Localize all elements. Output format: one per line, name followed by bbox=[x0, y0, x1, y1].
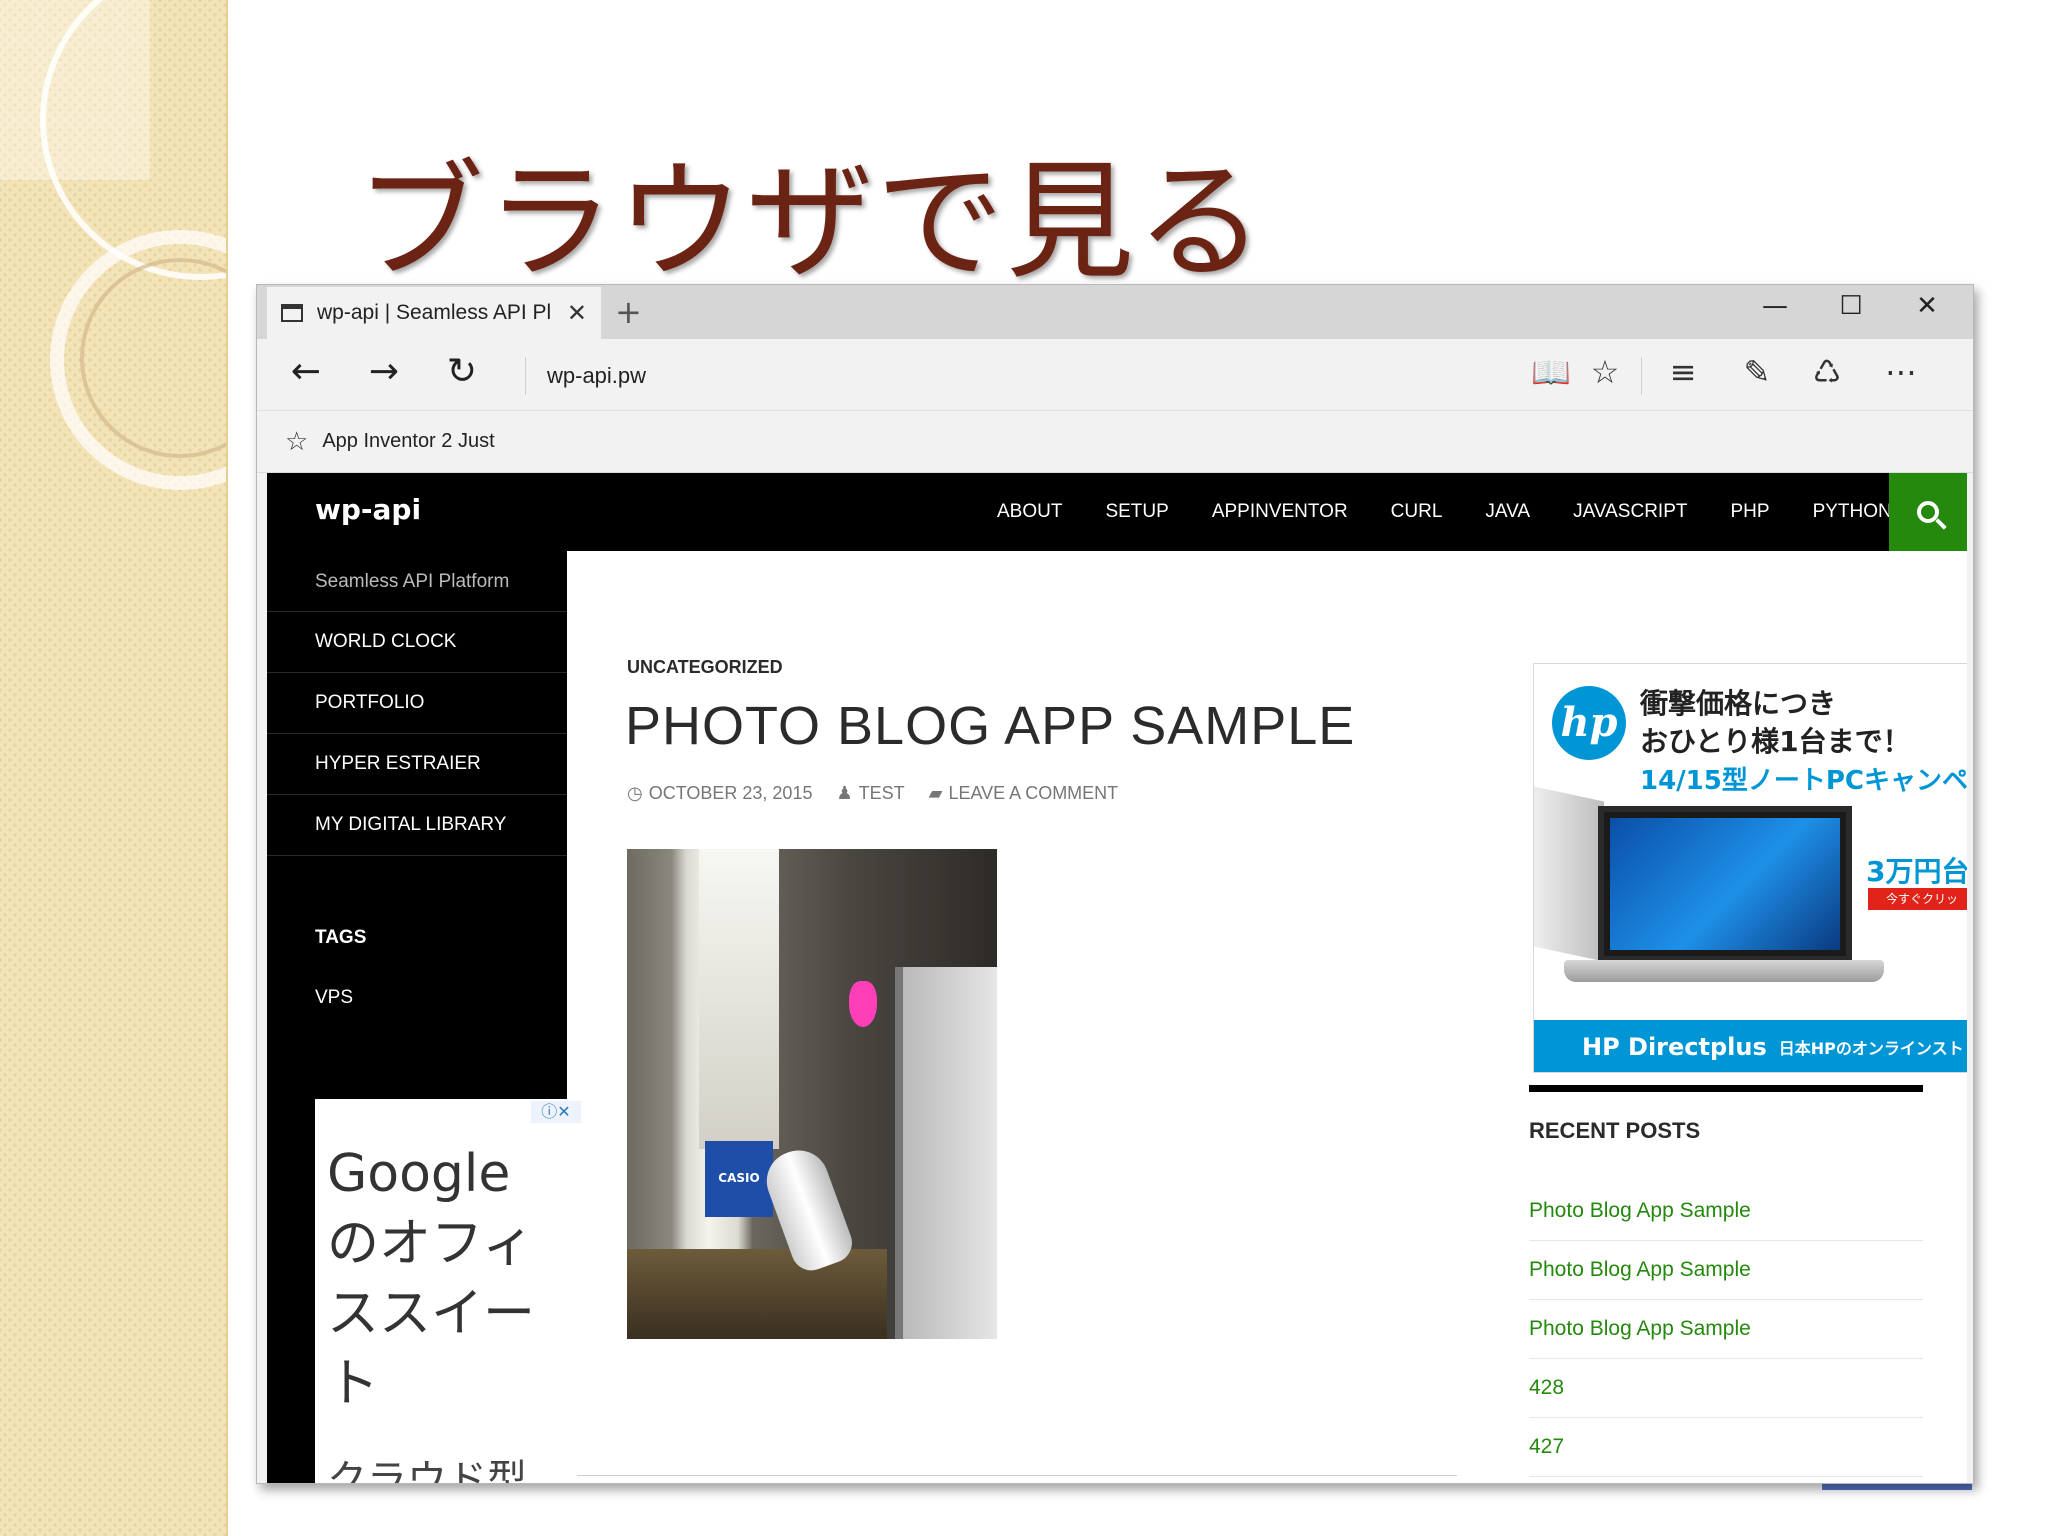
ad-line: 衝撃価格につき bbox=[1640, 687, 1837, 720]
web-page: wp-api ABOUT SETUP APPINVENTOR CURL JAVA… bbox=[267, 473, 1967, 1484]
ad-choices-icon[interactable]: ⓘ✕ bbox=[531, 1101, 581, 1123]
ad-line: 14/15型ノートPCキャンペー bbox=[1640, 766, 1967, 796]
forward-button[interactable]: → bbox=[359, 351, 409, 392]
recent-posts-list: Photo Blog App Sample Photo Blog App Sam… bbox=[1529, 1182, 1923, 1477]
hp-logo: hp bbox=[1552, 686, 1626, 760]
nav-item-setup[interactable]: SETUP bbox=[1105, 501, 1168, 523]
ad-cta-button[interactable]: 今すぐクリッ bbox=[1868, 888, 1967, 910]
ad-headline: Google のオフィススイート bbox=[327, 1144, 536, 1414]
post-meta: ◷ OCTOBER 23, 2015 ♟ TEST ▰ LEAVE A COMM… bbox=[627, 783, 1118, 804]
photo-monitor-region bbox=[895, 967, 997, 1339]
photo-pink-region bbox=[849, 981, 877, 1027]
refresh-button[interactable]: ↻ bbox=[437, 351, 487, 392]
comment-icon: ▰ bbox=[928, 783, 943, 803]
divider bbox=[1529, 1085, 1923, 1092]
browser-toolbar: ← → ↻ wp-api.pw 📖 ☆ ≡ ✎ ♺ ⋯ bbox=[257, 339, 1973, 411]
hp-ad-banner[interactable]: hp 衝撃価格につき おひとり様1台まで！ 14/15型ノートPCキャンペー 3… bbox=[1533, 663, 1967, 1073]
nav-item-java[interactable]: JAVA bbox=[1485, 501, 1530, 523]
favorites-bar: ☆ App Inventor 2 Just bbox=[257, 411, 1973, 473]
sidebar-item-portfolio[interactable]: PORTFOLIO bbox=[267, 673, 567, 734]
web-note-icon[interactable]: ✎ bbox=[1735, 353, 1779, 391]
ad-footer-sub: 日本HPのオンラインスト bbox=[1778, 1039, 1964, 1058]
post-title[interactable]: PHOTO BLOG APP SAMPLE bbox=[625, 695, 1355, 757]
ad-footer-brand: HP Directplus bbox=[1582, 1033, 1767, 1061]
page-icon bbox=[281, 304, 303, 322]
search-icon bbox=[1917, 501, 1939, 523]
recent-post-link[interactable]: Photo Blog App Sample bbox=[1529, 1241, 1923, 1300]
search-button[interactable] bbox=[1889, 473, 1967, 551]
nav-item-curl[interactable]: CURL bbox=[1391, 501, 1443, 523]
nav-item-about[interactable]: ABOUT bbox=[997, 501, 1062, 523]
photo-box-region: CASIO bbox=[705, 1141, 773, 1217]
nav-item-appinventor[interactable]: APPINVENTOR bbox=[1212, 501, 1348, 523]
reading-view-icon[interactable]: 📖 bbox=[1529, 353, 1573, 391]
leave-comment-link[interactable]: LEAVE A COMMENT bbox=[948, 783, 1118, 804]
tab-bar: wp-api | Seamless API Pl ✕ + — ☐ ✕ bbox=[257, 285, 1973, 339]
laptop-image bbox=[1564, 960, 1884, 982]
new-tab-button[interactable]: + bbox=[615, 293, 642, 331]
tag-link[interactable]: VPS bbox=[315, 987, 353, 1009]
photo-window-region bbox=[699, 849, 779, 1149]
share-icon[interactable]: ♺ bbox=[1805, 353, 1849, 391]
ad-footer: HP Directplus 日本HPのオンラインスト bbox=[1534, 1020, 1967, 1072]
separator bbox=[525, 357, 526, 395]
post-date[interactable]: OCTOBER 23, 2015 bbox=[649, 783, 813, 804]
favorite-star-icon[interactable]: ☆ bbox=[1583, 353, 1627, 391]
close-window-button[interactable]: ✕ bbox=[1907, 291, 1947, 321]
maximize-button[interactable]: ☐ bbox=[1831, 291, 1871, 321]
slide-title: ブラウザで見る bbox=[356, 148, 1267, 297]
clock-icon: ◷ bbox=[627, 783, 643, 803]
ad-line: おひとり様1台まで！ bbox=[1640, 725, 1911, 758]
user-icon: ♟ bbox=[836, 783, 853, 803]
back-button[interactable]: ← bbox=[281, 351, 331, 392]
nav-item-php[interactable]: PHP bbox=[1730, 501, 1769, 523]
hub-icon[interactable]: ≡ bbox=[1661, 353, 1705, 391]
favorite-link[interactable]: App Inventor 2 Just bbox=[322, 430, 494, 453]
decorative-pattern bbox=[0, 0, 228, 1536]
minimize-button[interactable]: — bbox=[1755, 291, 1795, 321]
more-icon[interactable]: ⋯ bbox=[1879, 353, 1923, 391]
laptop-image bbox=[1534, 786, 1604, 962]
sidebar-item-digital-library[interactable]: MY DIGITAL LIBRARY bbox=[267, 795, 567, 856]
sidebar-item-world-clock[interactable]: WORLD CLOCK bbox=[267, 612, 567, 673]
recent-post-link[interactable]: 428 bbox=[1529, 1359, 1923, 1418]
slide: ブラウザで見る wp-api | Seamless API Pl ✕ + — ☐… bbox=[0, 0, 2048, 1536]
recent-posts-heading: RECENT POSTS bbox=[1529, 1118, 1701, 1143]
site-header: wp-api ABOUT SETUP APPINVENTOR CURL JAVA… bbox=[267, 473, 1967, 551]
post-photo[interactable]: CASIO bbox=[627, 849, 997, 1339]
browser-window: wp-api | Seamless API Pl ✕ + — ☐ ✕ ← → ↻… bbox=[256, 284, 1974, 1484]
tags-heading: TAGS bbox=[315, 927, 367, 948]
ad-price: 3万円台 bbox=[1866, 855, 1967, 888]
photo-box-label: CASIO bbox=[718, 1171, 760, 1185]
tab-title: wp-api | Seamless API Pl bbox=[317, 301, 552, 324]
photo-desk-region bbox=[627, 1249, 887, 1339]
nav-item-python[interactable]: PYTHON bbox=[1813, 501, 1892, 523]
post-category[interactable]: UNCATEGORIZED bbox=[627, 657, 783, 678]
site-tagline: Seamless API Platform bbox=[315, 571, 510, 592]
laptop-image bbox=[1598, 806, 1852, 962]
site-title[interactable]: wp-api bbox=[315, 493, 421, 526]
recent-posts-widget: RECENT POSTS Photo Blog App Sample Photo… bbox=[1529, 1085, 1923, 1477]
address-bar[interactable]: wp-api.pw bbox=[547, 363, 646, 389]
close-icon[interactable]: ✕ bbox=[567, 299, 587, 327]
divider bbox=[577, 1475, 1457, 1476]
top-navigation: ABOUT SETUP APPINVENTOR CURL JAVA JAVASC… bbox=[997, 473, 1935, 551]
google-ad[interactable]: ⓘ✕ Google のオフィススイート クラウド型 bbox=[315, 1099, 583, 1484]
recent-post-link[interactable]: Photo Blog App Sample bbox=[1529, 1300, 1923, 1359]
nav-item-javascript[interactable]: JAVASCRIPT bbox=[1573, 501, 1687, 523]
separator bbox=[1641, 357, 1642, 395]
star-icon: ☆ bbox=[285, 426, 309, 457]
browser-tab[interactable]: wp-api | Seamless API Pl ✕ bbox=[267, 287, 601, 339]
sidebar-menu: WORLD CLOCK PORTFOLIO HYPER ESTRAIER MY … bbox=[267, 611, 567, 856]
recent-post-link[interactable]: Photo Blog App Sample bbox=[1529, 1182, 1923, 1241]
ad-subtext: クラウド型 bbox=[327, 1457, 527, 1484]
recent-post-link[interactable]: 427 bbox=[1529, 1418, 1923, 1477]
sidebar-item-hyper-estraier[interactable]: HYPER ESTRAIER bbox=[267, 734, 567, 795]
post-author[interactable]: TEST bbox=[859, 783, 905, 804]
laptop-screen bbox=[1610, 818, 1840, 950]
